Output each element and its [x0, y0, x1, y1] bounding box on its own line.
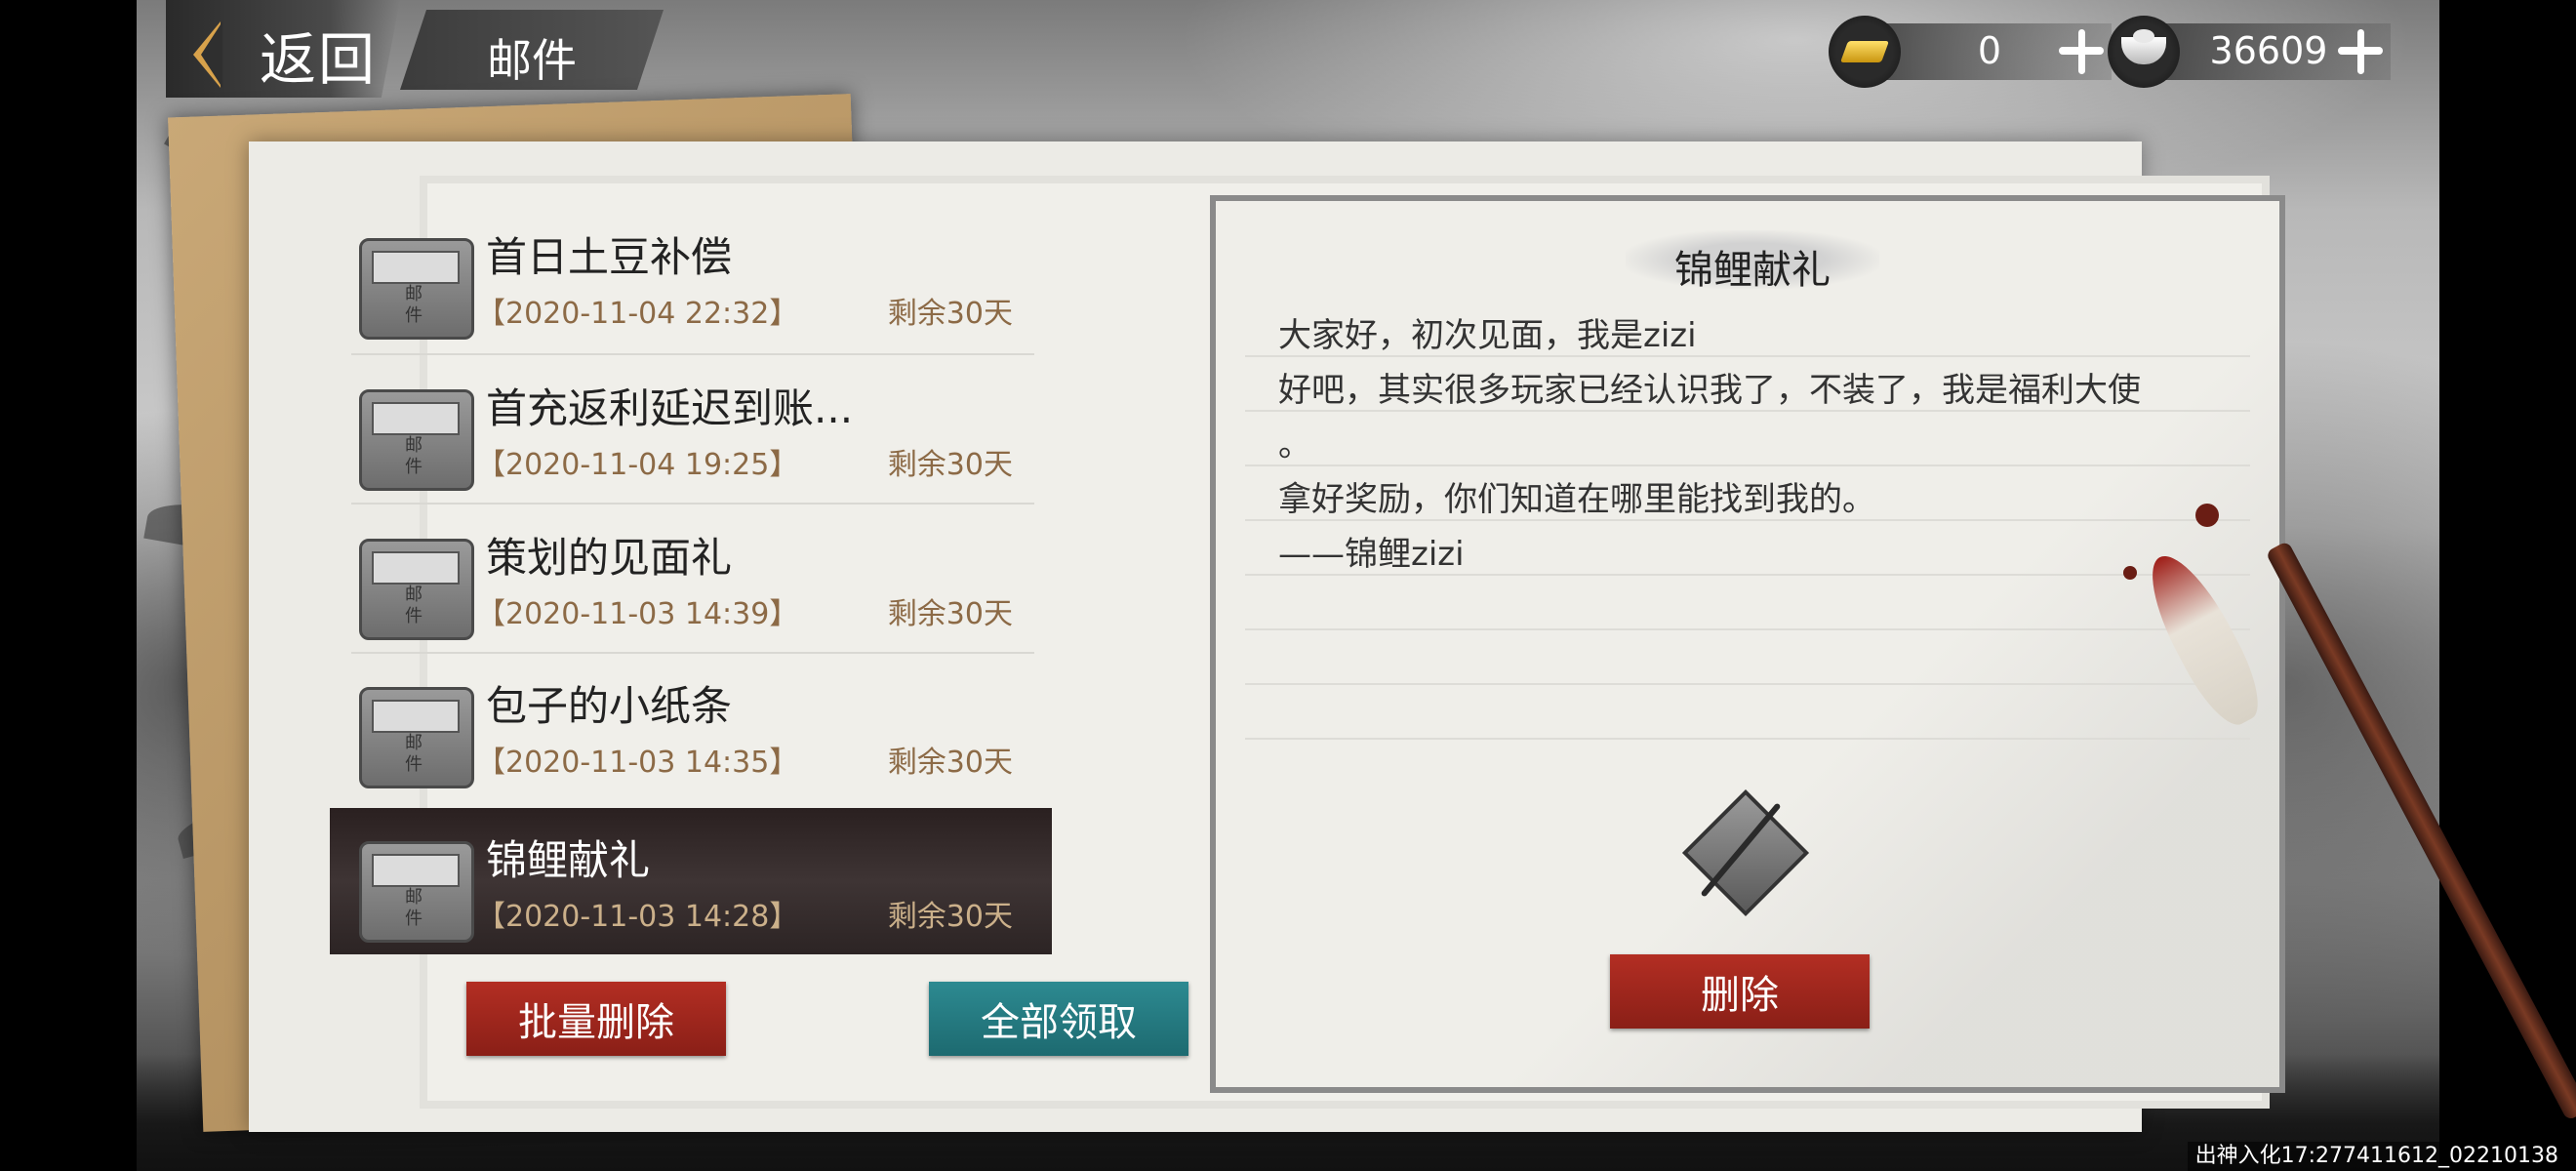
divider — [351, 353, 1034, 355]
mail-remaining: 剩余30天 — [887, 297, 1013, 331]
detail-text-line: 。 — [1278, 425, 1311, 464]
silver-ingot-icon — [2108, 16, 2180, 88]
mail-date: 【2020-11-03 14:35】 — [476, 746, 799, 780]
mail-remaining: 剩余30天 — [887, 900, 1013, 934]
mail-title: 锦鲤献礼 — [486, 836, 651, 884]
ruled-line — [1245, 628, 2250, 630]
detail-text-line: 好吧，其实很多玩家已经认识我了，不装了，我是福利大使 — [1278, 371, 2141, 410]
mail-date: 【2020-11-04 22:32】 — [476, 297, 799, 331]
page-title: 邮件 — [487, 34, 577, 87]
detail-title: 锦鲤献礼 — [1674, 248, 1831, 293]
detail-text-line: ——锦鲤zizi — [1278, 535, 1465, 574]
detail-title-banner: 锦鲤献礼 — [1626, 230, 1879, 293]
claim-all-button[interactable]: 全部领取 — [929, 982, 1188, 1056]
add-silver-icon[interactable] — [2338, 29, 2383, 74]
mail-envelope-icon: 邮件 — [359, 687, 474, 788]
mail-remaining: 剩余30天 — [887, 448, 1013, 482]
gold-value: 0 — [1977, 29, 2002, 72]
server-info: 出神入化17:277411612_02210138 — [2187, 1142, 2566, 1171]
delete-button[interactable]: 删除 — [1610, 954, 1870, 1029]
ruled-line — [1245, 738, 2250, 740]
mail-list-item[interactable]: 邮件 策划的见面礼 【2020-11-03 14:39】 剩余30天 — [330, 505, 1052, 652]
mail-list-item[interactable]: 邮件 首日土豆补偿 【2020-11-04 22:32】 剩余30天 — [330, 205, 1052, 351]
add-gold-icon[interactable] — [2059, 29, 2104, 74]
mail-list-item[interactable]: 邮件 包子的小纸条 【2020-11-03 14:35】 剩余30天 — [330, 654, 1052, 800]
batch-delete-button[interactable]: 批量删除 — [466, 982, 726, 1056]
mail-title: 首充返利延迟到账... — [486, 384, 854, 432]
mail-title: 首日土豆补偿 — [486, 233, 733, 281]
mail-title: 策划的见面礼 — [486, 534, 733, 582]
mail-remaining: 剩余30天 — [887, 746, 1013, 780]
mail-envelope-icon: 邮件 — [359, 389, 474, 491]
ruled-line — [1245, 464, 2250, 466]
silver-currency: 36609 — [2108, 16, 2400, 88]
divider — [351, 503, 1034, 505]
mail-date: 【2020-11-03 14:28】 — [476, 900, 799, 934]
mail-envelope-icon: 邮件 — [359, 539, 474, 640]
ink-drop-decoration — [2195, 504, 2219, 527]
mail-list-item[interactable]: 邮件 首充返利延迟到账... 【2020-11-04 19:25】 剩余30天 — [330, 356, 1052, 503]
mail-title: 包子的小纸条 — [486, 682, 733, 730]
sword-item-icon[interactable] — [1679, 787, 1810, 917]
chevron-left-icon — [193, 21, 222, 88]
mail-date: 【2020-11-03 14:39】 — [476, 597, 799, 631]
silver-value: 36609 — [2209, 29, 2328, 72]
back-label: 返回 — [260, 26, 378, 93]
gold-currency: 0 — [1829, 16, 2121, 88]
mail-list-item-selected[interactable]: 邮件 锦鲤献礼 【2020-11-03 14:28】 剩余30天 — [330, 808, 1052, 954]
mail-envelope-icon: 邮件 — [359, 238, 474, 340]
back-button[interactable]: 返回 — [166, 0, 400, 98]
detail-text-line: 拿好奖励，你们知道在哪里能找到我的。 — [1278, 480, 1875, 519]
mail-envelope-icon: 邮件 — [359, 841, 474, 943]
gold-ingot-icon — [1829, 16, 1901, 88]
page-title-tab: 邮件 — [400, 10, 664, 90]
mail-remaining: 剩余30天 — [887, 597, 1013, 631]
detail-text-line: 大家好，初次见面，我是zizi — [1278, 316, 1697, 355]
ruled-line — [1245, 683, 2250, 685]
mail-date: 【2020-11-04 19:25】 — [476, 448, 799, 482]
ink-drop-decoration — [2123, 566, 2137, 580]
